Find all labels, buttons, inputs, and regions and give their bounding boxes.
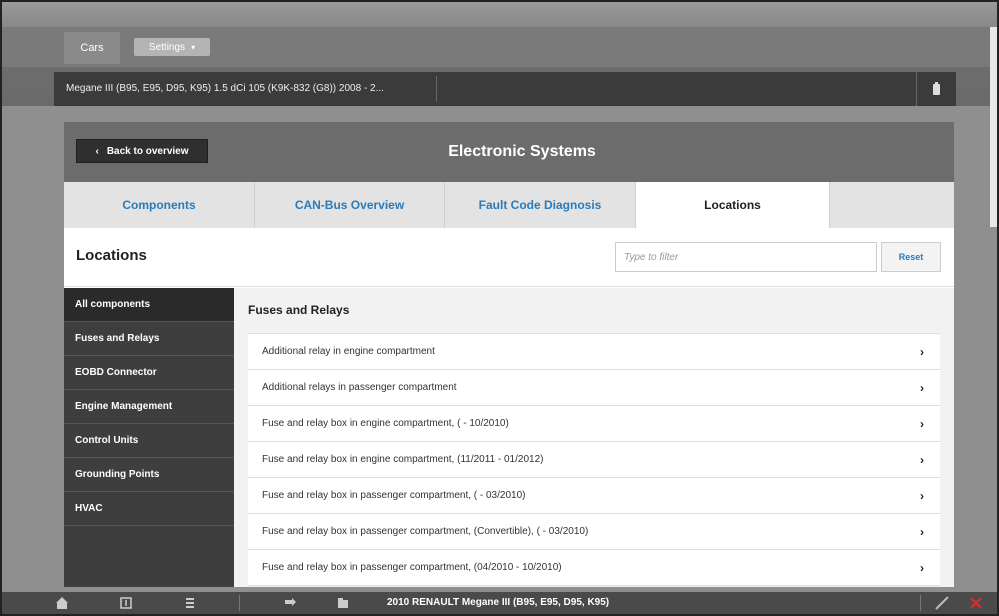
list-item[interactable]: Fuse and relay box in engine compartment… xyxy=(248,442,940,478)
vehicle-title: Megane III (B95, E95, D95, K95) 1.5 dCi … xyxy=(66,83,384,94)
list-item-label: Fuse and relay box in passenger compartm… xyxy=(262,526,589,537)
download-icon[interactable] xyxy=(118,595,134,611)
sidebar-item-all-components[interactable]: All components xyxy=(64,288,234,322)
list-item[interactable]: Fuse and relay box in engine compartment… xyxy=(248,406,940,442)
exit-icon[interactable] xyxy=(968,595,984,611)
sidebar-item-grounding-points[interactable]: Grounding Points xyxy=(64,458,234,492)
content-title: Fuses and Relays xyxy=(248,303,350,317)
list-item-label: Additional relays in passenger compartme… xyxy=(262,382,457,393)
list-item[interactable]: Fuse and relay box in passenger compartm… xyxy=(248,478,940,514)
chevron-right-icon: › xyxy=(920,344,924,359)
location-list: Additional relay in engine compartment ›… xyxy=(248,333,940,586)
back-to-overview-button[interactable]: ‹ Back to overview xyxy=(76,139,208,163)
filter-input[interactable] xyxy=(615,242,877,272)
list-icon[interactable] xyxy=(182,595,198,611)
list-item-label: Fuse and relay box in passenger compartm… xyxy=(262,490,526,501)
sidebar-item-hvac[interactable]: HVAC xyxy=(64,492,234,526)
list-item-label: Fuse and relay box in engine compartment… xyxy=(262,454,544,465)
chevron-right-icon: › xyxy=(920,560,924,575)
chevron-down-icon: ▾ xyxy=(191,42,196,52)
list-item[interactable]: Fuse and relay box in passenger compartm… xyxy=(248,514,940,550)
transfer-icon[interactable] xyxy=(282,595,298,611)
scrollbar[interactable] xyxy=(990,27,997,227)
reset-button[interactable]: Reset xyxy=(881,242,941,272)
folder-icon[interactable] xyxy=(335,595,351,611)
tab-bar: Components CAN-Bus Overview Fault Code D… xyxy=(64,182,954,228)
chevron-right-icon: › xyxy=(920,488,924,503)
diagnostic-icon[interactable] xyxy=(934,595,950,611)
list-item[interactable]: Additional relays in passenger compartme… xyxy=(248,370,940,406)
sidebar: All components Fuses and Relays EOBD Con… xyxy=(64,288,234,587)
list-item[interactable]: Additional relay in engine compartment › xyxy=(248,334,940,370)
bottom-toolbar: 2010 RENAULT Megane III (B95, E95, D95, … xyxy=(2,592,997,614)
back-button-label: Back to overview xyxy=(106,145,189,157)
list-item-label: Fuse and relay box in passenger compartm… xyxy=(262,562,562,573)
tab-cars[interactable]: Cars xyxy=(64,32,120,64)
divider xyxy=(239,595,240,611)
page-header: Electronic Systems ‹ Back to overview xyxy=(64,122,954,182)
tab-can-bus-overview[interactable]: CAN-Bus Overview xyxy=(255,182,445,228)
chevron-right-icon: › xyxy=(920,416,924,431)
settings-dropdown[interactable]: Settings ▾ xyxy=(134,38,210,56)
sidebar-item-fuses-and-relays[interactable]: Fuses and Relays xyxy=(64,322,234,356)
section-header: Locations Reset xyxy=(64,228,954,287)
section-title: Locations xyxy=(76,247,147,264)
list-item[interactable]: Fuse and relay box in passenger compartm… xyxy=(248,550,940,586)
content-panel: Fuses and Relays Additional relay in eng… xyxy=(234,288,954,587)
tab-fault-code-diagnosis[interactable]: Fault Code Diagnosis xyxy=(445,182,636,228)
list-item-label: Fuse and relay box in engine compartment… xyxy=(262,418,509,429)
sidebar-item-engine-management[interactable]: Engine Management xyxy=(64,390,234,424)
chevron-right-icon: › xyxy=(920,452,924,467)
settings-label: Settings xyxy=(148,41,186,53)
vehicle-bar: Megane III (B95, E95, D95, K95) 1.5 dCi … xyxy=(54,72,956,106)
tab-components[interactable]: Components xyxy=(64,182,255,228)
chevron-left-icon: ‹ xyxy=(95,145,99,157)
main-panel: Electronic Systems ‹ Back to overview Co… xyxy=(64,122,954,587)
clipboard-icon xyxy=(933,81,940,95)
home-icon[interactable] xyxy=(54,595,70,611)
bottom-vehicle-label: 2010 RENAULT Megane III (B95, E95, D95, … xyxy=(387,597,610,608)
app-window: Cars Settings ▾ Megane III (B95, E95, D9… xyxy=(0,0,999,616)
tab-locations[interactable]: Locations xyxy=(636,182,830,228)
chevron-right-icon: › xyxy=(920,380,924,395)
clipboard-button[interactable] xyxy=(916,72,956,106)
divider xyxy=(436,76,437,102)
chevron-right-icon: › xyxy=(920,524,924,539)
divider xyxy=(920,595,921,611)
list-item-label: Additional relay in engine compartment xyxy=(262,346,435,357)
sidebar-item-control-units[interactable]: Control Units xyxy=(64,424,234,458)
sidebar-item-eobd-connector[interactable]: EOBD Connector xyxy=(64,356,234,390)
